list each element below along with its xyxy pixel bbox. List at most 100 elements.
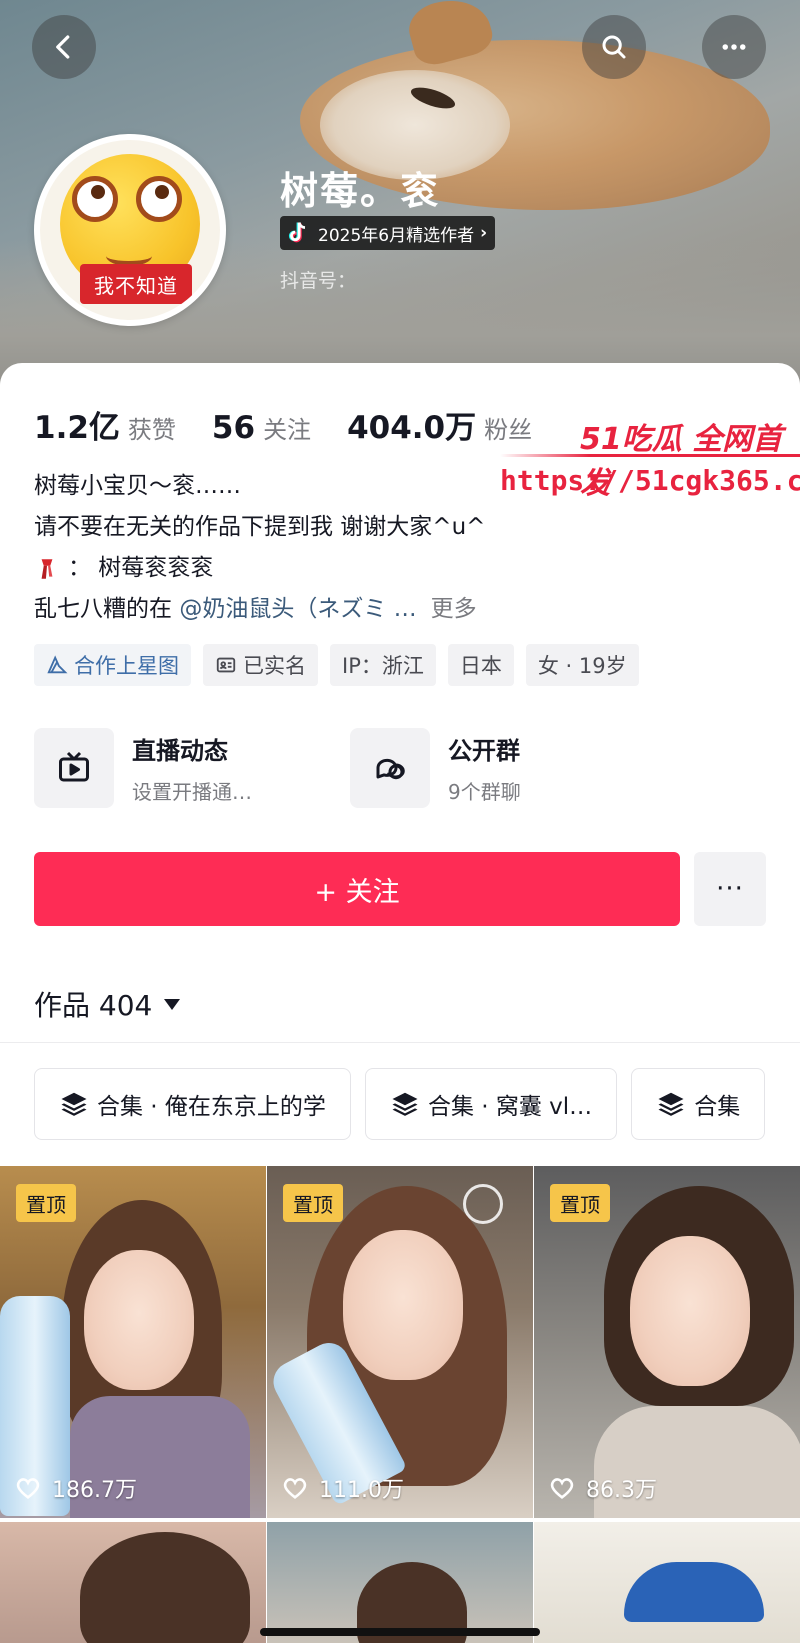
pinned-badge: 置顶 — [283, 1184, 343, 1222]
emoji-eye-right — [136, 176, 182, 222]
back-button[interactable] — [32, 15, 96, 79]
thumbnail-face — [343, 1230, 463, 1380]
creator-badge[interactable]: 2025年6月精选作者 › — [280, 216, 496, 250]
collection-label: 合集 — [694, 1094, 741, 1120]
layers-icon — [658, 1092, 684, 1116]
home-indicator[interactable] — [260, 1628, 540, 1636]
collection-chip[interactable]: 合集 · 俺在东京上的学 — [34, 1068, 351, 1140]
follow-button[interactable]: + 关注 — [34, 852, 680, 926]
profile-stats: 1.2亿 获赞 56 关注 404.0万 粉丝 — [34, 402, 568, 447]
caret-down-icon — [164, 998, 181, 1010]
pinned-badge: 置顶 — [550, 1184, 610, 1222]
id-card-icon — [216, 657, 236, 673]
profile-bio: 树莓小宝贝～衮…… 请不要在无关的作品下提到我 谢谢大家^u^ ： 树莓衮衮衮 … — [34, 466, 485, 630]
badge-label: 2025年6月精选作者 — [318, 225, 475, 246]
likes-count-label: 186.7万 — [52, 1478, 137, 1503]
collection-chip[interactable]: 合集 — [631, 1068, 766, 1140]
star-map-icon — [47, 655, 68, 674]
followers-count[interactable]: 404.0万 — [347, 402, 476, 447]
watermark-url: https://51cgk365.com — [500, 464, 800, 497]
collection-label: 合集 · 俺在东京上的学 — [97, 1094, 326, 1120]
section-divider — [0, 1042, 800, 1043]
scarf-emoji-icon — [41, 558, 53, 579]
thumbnail-umbrella — [624, 1562, 764, 1622]
bio-line-1: 树莓小宝贝～衮…… — [34, 473, 241, 499]
live-feature-icon-box — [34, 728, 114, 808]
video-thumbnail[interactable]: 置顶 186.7万 — [0, 1166, 266, 1518]
pinned-badge: 置顶 — [16, 1184, 76, 1222]
thumbnail-hair — [80, 1532, 250, 1643]
bio-line-4-prefix: 乱七八糟的在 — [34, 596, 180, 622]
likes-count-label: 111.0万 — [319, 1478, 404, 1503]
live-feature-title: 直播动态 — [132, 737, 228, 765]
thumbnail-face — [84, 1250, 194, 1390]
emoji-mouth — [106, 246, 152, 266]
emoji-eye-left — [72, 176, 118, 222]
target-icon — [463, 1184, 503, 1224]
live-feature-subtitle: 设置开播通… — [132, 780, 252, 804]
following-label: 关注 — [263, 416, 312, 444]
tiktok-logo-icon — [288, 222, 306, 243]
douyin-id: 抖音号： — [280, 270, 357, 292]
video-thumbnail[interactable]: 置顶 111.0万 — [267, 1166, 533, 1518]
video-thumbnail[interactable] — [267, 1522, 533, 1643]
tag-label: 合作上星图 — [74, 654, 179, 678]
thumbnail-face — [630, 1236, 750, 1386]
tag-star-map[interactable]: 合作上星图 — [34, 644, 191, 686]
video-thumbnail[interactable] — [0, 1522, 266, 1643]
following-count[interactable]: 56 — [212, 410, 255, 446]
profile-name: 树莓。衮 — [280, 169, 441, 213]
layers-icon — [392, 1092, 418, 1116]
group-chat-text: 公开群 9个群聊 — [448, 731, 521, 805]
group-chat-title: 公开群 — [448, 737, 520, 765]
likes-label: 获赞 — [127, 416, 176, 444]
group-chat-icon-box — [350, 728, 430, 808]
live-feature-text: 直播动态 设置开播通… — [132, 731, 252, 805]
tv-icon — [59, 751, 89, 782]
search-icon — [602, 35, 626, 59]
likes-count-label: 86.3万 — [586, 1478, 657, 1503]
tag-label: 已实名 — [243, 654, 306, 678]
collections-row: 合集 · 俺在东京上的学 合集 · 窝囊 vl… 合集 — [34, 1068, 766, 1140]
video-thumbnail[interactable] — [534, 1522, 800, 1643]
likes-count[interactable]: 1.2亿 — [34, 402, 120, 447]
collection-chip[interactable]: 合集 · 窝囊 vl… — [364, 1068, 618, 1140]
heart-icon — [16, 1478, 40, 1499]
collection-label: 合集 · 窝囊 vl… — [427, 1094, 593, 1120]
chevron-right-icon: › — [480, 223, 488, 243]
video-likes: 111.0万 — [281, 1472, 404, 1504]
works-selector[interactable]: 作品 404 — [34, 984, 181, 1024]
more-horizontal-icon — [722, 44, 746, 50]
live-feature[interactable]: 直播动态 设置开播通… — [34, 728, 252, 808]
bio-line-3-row: ： 树莓衮衮衮 — [34, 548, 485, 589]
video-likes: 186.7万 — [14, 1472, 137, 1504]
more-actions-button[interactable]: ··· — [694, 852, 766, 926]
chevron-left-icon — [56, 35, 70, 59]
layers-icon — [61, 1092, 87, 1116]
group-chat-subtitle: 9个群聊 — [448, 780, 521, 804]
avatar-sign-text: 我不知道 — [80, 264, 192, 304]
chat-bubbles-icon — [376, 758, 405, 780]
bio-line-3: ： 树莓衮衮衮 — [68, 555, 214, 581]
tag-location: 日本 — [447, 644, 514, 686]
avatar-image: 我不知道 — [40, 140, 220, 320]
tag-ip: IP：浙江 — [330, 644, 436, 686]
video-likes: 86.3万 — [548, 1472, 657, 1504]
bio-line-2: 请不要在无关的作品下提到我 谢谢大家^u^ — [34, 514, 486, 540]
works-label: 作品 404 — [34, 989, 153, 1022]
bio-line-4-row: 乱七八糟的在 @奶油鼠头（ネズミ … 更多 — [34, 589, 485, 630]
heart-icon — [550, 1478, 574, 1499]
tag-gender-age: 女 · 19岁 — [525, 644, 639, 686]
watermark-divider — [500, 454, 800, 457]
avatar[interactable]: 我不知道 — [34, 134, 226, 326]
heart-icon — [283, 1478, 307, 1499]
bio-more-link[interactable]: 更多 — [431, 596, 477, 622]
search-button[interactable] — [582, 15, 646, 79]
video-thumbnail[interactable]: 置顶 86.3万 — [534, 1166, 800, 1518]
tag-verified: 已实名 — [203, 644, 318, 686]
profile-tags: 合作上星图 已实名 IP：浙江 日本 女 · 19岁 — [34, 644, 639, 686]
bio-mention-link[interactable]: @奶油鼠头（ネズミ … — [179, 596, 416, 622]
more-options-button[interactable] — [702, 15, 766, 79]
group-chat-feature[interactable]: 公开群 9个群聊 — [350, 728, 521, 808]
followers-label: 粉丝 — [484, 416, 533, 444]
